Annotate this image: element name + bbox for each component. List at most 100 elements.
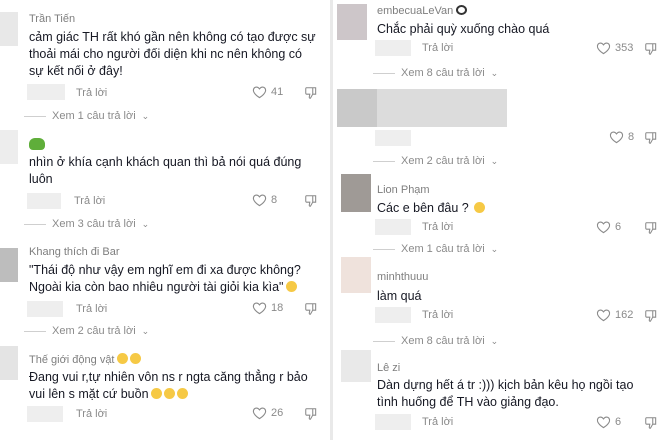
- heart-outline-icon: [252, 302, 267, 315]
- reply-line: [24, 223, 46, 225]
- view-replies-button[interactable]: Xem 1 câu trả lời ⌄: [24, 110, 149, 122]
- like-button[interactable]: 26: [252, 406, 283, 420]
- reply-button[interactable]: Trả lời: [76, 303, 107, 315]
- view-replies-label: Xem 1 câu trả lời: [401, 243, 485, 255]
- timestamp-redacted: [27, 301, 63, 317]
- thumbs-down-outline-icon[interactable]: [644, 221, 658, 235]
- reply-line: [24, 115, 46, 117]
- like-count: 26: [271, 407, 284, 419]
- avatar[interactable]: [341, 350, 371, 382]
- reply-button[interactable]: Trả lời: [76, 408, 107, 420]
- smile-emoji-icon: [285, 281, 297, 292]
- like-button[interactable]: 6: [596, 220, 621, 234]
- avatar[interactable]: [0, 12, 18, 46]
- comment-username[interactable]: Trần Tiến: [29, 13, 75, 25]
- avatar[interactable]: [0, 248, 18, 282]
- reply-button[interactable]: Trả lời: [74, 195, 105, 207]
- comment-text: "Thái độ như vậy em nghĩ em đi xa được k…: [29, 262, 325, 296]
- comment-text: Dàn dựng hết á tr :))) kịch bản kêu họ n…: [377, 378, 634, 409]
- smirk-emoji-icon: [129, 353, 141, 364]
- like-button[interactable]: 162: [596, 308, 633, 322]
- thumbs-down-outline-icon[interactable]: [644, 131, 658, 145]
- reply-button[interactable]: Trả lời: [422, 42, 453, 54]
- chevron-down-icon: ⌄: [490, 335, 499, 346]
- avatar[interactable]: [337, 4, 367, 40]
- avatar[interactable]: [0, 130, 18, 164]
- timestamp-redacted: [27, 193, 61, 209]
- view-replies-label: Xem 2 câu trả lời: [52, 325, 136, 337]
- timestamp-redacted: [375, 219, 411, 235]
- timestamp-redacted: [375, 40, 411, 56]
- comment-username[interactable]: embecuaLeVan: [377, 5, 468, 17]
- like-button[interactable]: 18: [252, 301, 283, 315]
- view-replies-button[interactable]: Xem 2 câu trả lời ⌄: [24, 325, 149, 337]
- view-replies-button[interactable]: Xem 8 câu trả lời ⌄: [373, 67, 498, 79]
- thumbs-down-outline-icon[interactable]: [304, 302, 318, 316]
- comments-column-left: Trần Tiến cảm giác TH rất khó gần nên kh…: [0, 0, 330, 440]
- like-button[interactable]: 6: [596, 415, 621, 429]
- comment-username[interactable]: Lion Phạm: [377, 184, 430, 196]
- comment-item: embecuaLeVan Chắc phải quỳ xuống chào qu…: [333, 0, 660, 62]
- heart-outline-icon: [252, 86, 267, 99]
- thumbs-down-outline-icon[interactable]: [304, 86, 318, 100]
- reply-button[interactable]: Trả lời: [76, 87, 107, 99]
- view-replies-button[interactable]: Xem 8 câu trả lời ⌄: [373, 335, 498, 347]
- view-replies-button[interactable]: Xem 2 câu trả lời ⌄: [373, 155, 498, 167]
- heart-outline-icon: [609, 131, 624, 144]
- view-replies-label: Xem 3 câu trả lời: [52, 218, 136, 230]
- thumbs-down-outline-icon[interactable]: [304, 407, 318, 421]
- comment-item: minhthuuu làm quá Trả lời 162: [333, 255, 660, 330]
- chevron-down-icon: ⌄: [490, 155, 499, 166]
- comment-text: nhìn ở khía cạnh khách quan thì bả nói q…: [29, 155, 302, 186]
- view-replies-button[interactable]: Xem 3 câu trả lời ⌄: [24, 218, 149, 230]
- like-button[interactable]: 8: [609, 130, 634, 144]
- view-replies-label: Xem 1 câu trả lời: [52, 110, 136, 122]
- reply-button[interactable]: Trả lời: [422, 309, 453, 321]
- heart-outline-icon: [596, 416, 611, 429]
- heart-outline-icon: [252, 194, 267, 207]
- like-button[interactable]: 353: [596, 41, 633, 55]
- comment-item: 8: [333, 85, 660, 153]
- chevron-down-icon: ⌄: [490, 243, 499, 254]
- heart-outline-icon: [596, 42, 611, 55]
- chevron-down-icon: ⌄: [141, 110, 150, 121]
- like-count: 8: [271, 194, 278, 206]
- view-replies-label: Xem 8 câu trả lời: [401, 335, 485, 347]
- avatar[interactable]: [341, 257, 371, 293]
- comment-text: Đang vui r,tự nhiên vôn ns r ngta căng t…: [29, 369, 325, 403]
- timestamp-redacted: [27, 406, 63, 422]
- thumbs-down-outline-icon[interactable]: [644, 416, 658, 430]
- like-button[interactable]: 41: [252, 85, 283, 99]
- comments-column-right: embecuaLeVan Chắc phải quỳ xuống chào qu…: [333, 0, 660, 440]
- like-count: 8: [628, 131, 635, 143]
- reply-button[interactable]: Trả lời: [422, 221, 453, 233]
- like-count: 353: [615, 42, 634, 54]
- comment-item: Lion Phạm Các e bên đâu ? Trả lời 6: [333, 174, 660, 242]
- like-count: 18: [271, 302, 284, 314]
- comment-username[interactable]: Thế giới động vật: [29, 353, 141, 366]
- comment-item: Lê zi Dàn dựng hết á tr :))) kịch bản kê…: [333, 350, 660, 440]
- username-redacted: [377, 89, 507, 127]
- panda-emoji-icon: [456, 5, 468, 15]
- avatar[interactable]: [341, 174, 371, 212]
- avatar[interactable]: [337, 89, 377, 127]
- worried-emoji-icon: [163, 388, 175, 399]
- worried-emoji-icon: [176, 388, 188, 399]
- avatar[interactable]: [0, 346, 18, 380]
- comment-username[interactable]: minhthuuu: [377, 271, 428, 283]
- thumbs-down-outline-icon[interactable]: [644, 309, 658, 323]
- thumbs-down-outline-icon[interactable]: [644, 42, 658, 56]
- reply-button[interactable]: Trả lời: [422, 416, 453, 428]
- chevron-down-icon: ⌄: [141, 325, 150, 336]
- comment-item: Khang thích đi Bar "Thái độ như vậy em n…: [0, 240, 330, 320]
- comment-text: Chắc phải quỳ xuống chào quá: [377, 22, 550, 36]
- comment-username[interactable]: Lê zi: [377, 362, 400, 374]
- comment-text: Các e bên đâu ?: [377, 200, 647, 217]
- comment-item: Trần Tiến cảm giác TH rất khó gần nên kh…: [0, 0, 330, 108]
- thumbs-down-outline-icon[interactable]: [304, 194, 318, 208]
- comment-username-text: Thế giới động vật: [29, 354, 115, 366]
- comment-username[interactable]: Khang thích đi Bar: [29, 246, 120, 258]
- like-button[interactable]: 8: [252, 193, 277, 207]
- heart-outline-icon: [596, 221, 611, 234]
- view-replies-button[interactable]: Xem 1 câu trả lời ⌄: [373, 243, 498, 255]
